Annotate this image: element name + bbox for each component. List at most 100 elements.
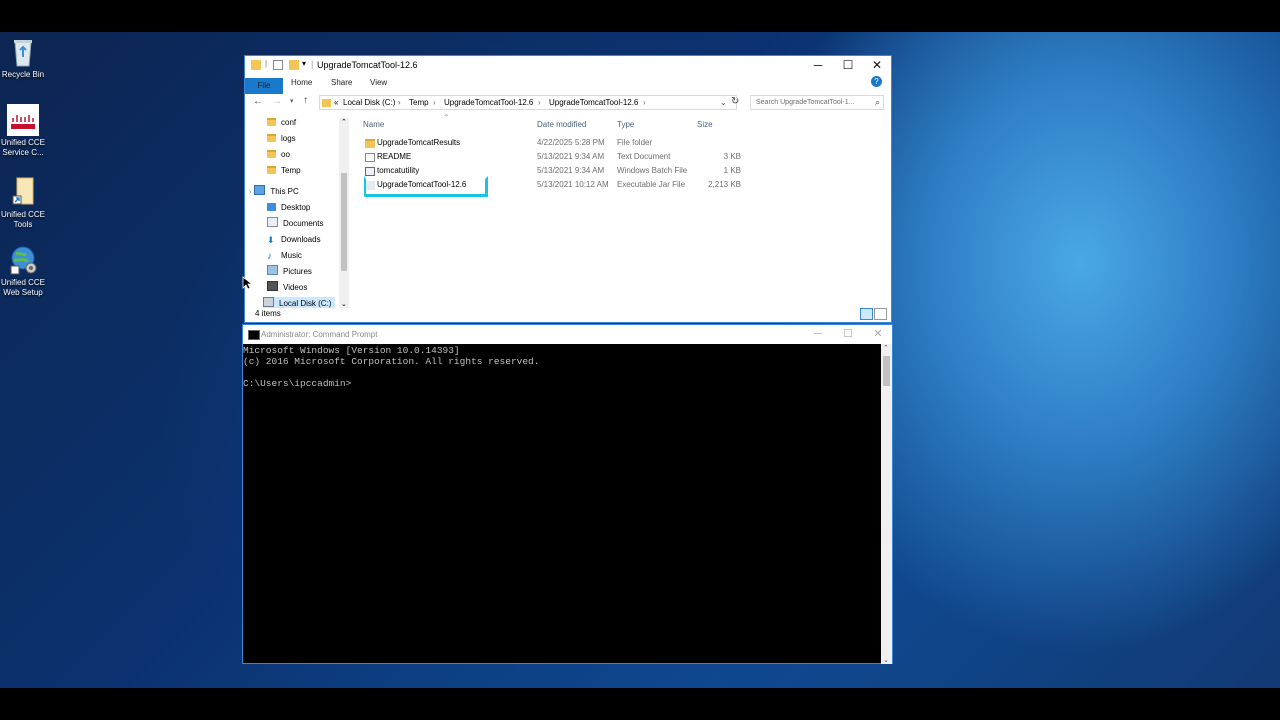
status-bar: 4 items	[245, 306, 891, 322]
cmd-maximize-button[interactable]: ☐	[833, 325, 863, 344]
nav-item-conf[interactable]: conf	[267, 116, 296, 130]
close-button[interactable]: ✕	[862, 56, 892, 75]
column-date-header[interactable]: Date modified	[537, 120, 586, 129]
highlight-annotation	[364, 176, 488, 197]
command-prompt-window[interactable]: Administrator: Command Prompt ─ ☐ ✕ Micr…	[242, 324, 893, 664]
folder-icon	[267, 118, 276, 126]
address-dropdown-icon[interactable]: ⌄	[720, 98, 727, 107]
search-placeholder: Search UpgradeTomcatTool-1...	[756, 99, 855, 106]
scrollbar-thumb[interactable]	[341, 173, 347, 271]
nav-item-music[interactable]: ♪ Music	[267, 249, 302, 263]
console-output[interactable]: Microsoft Windows [Version 10.0.14393] (…	[243, 345, 539, 389]
desktop-icon-label: Unified CCE Service C...	[0, 138, 45, 157]
cmd-icon	[248, 330, 260, 340]
breadcrumb-tool-current[interactable]: UpgradeTomcatTool-12.6	[549, 98, 638, 107]
computer-icon	[254, 185, 266, 195]
cmd-title: Administrator: Command Prompt	[261, 330, 378, 339]
console-line: (c) 2016 Microsoft Corporation. All righ…	[243, 356, 540, 367]
details-view-icon[interactable]	[860, 308, 873, 320]
refresh-icon[interactable]: ↻	[731, 96, 739, 107]
file-explorer-window: | ▾ | UpgradeTomcatTool-12.6 ─ ☐ ✕ File …	[244, 55, 892, 323]
nav-item-temp[interactable]: Temp	[267, 164, 301, 178]
documents-icon	[267, 217, 278, 227]
nav-item-videos[interactable]: Videos	[267, 281, 307, 295]
separator: |	[311, 59, 314, 69]
address-overflow[interactable]: «	[334, 98, 338, 107]
new-folder-icon[interactable]	[289, 60, 299, 70]
properties-icon[interactable]	[273, 60, 283, 70]
file-row[interactable]: README 5/13/2021 9:34 AM Text Document 3…	[361, 150, 761, 164]
maximize-button[interactable]: ☐	[833, 56, 863, 75]
desktop-icon	[267, 203, 276, 211]
recent-locations-chevron-icon[interactable]: ▾	[290, 97, 294, 105]
breadcrumb-separator-icon: ›	[643, 98, 646, 107]
column-type-header[interactable]: Type	[617, 120, 634, 129]
music-note-icon: ♪	[267, 251, 272, 262]
navigation-pane: conf logs oo Temp › This PC Desktop Docum…	[245, 116, 351, 308]
cmd-scrollbar[interactable]: ⌃ ⌄	[881, 344, 892, 664]
console-line: Microsoft Windows [Version 10.0.14393]	[243, 345, 460, 356]
explorer-titlebar[interactable]: | ▾ | UpgradeTomcatTool-12.6 ─ ☐ ✕	[245, 56, 891, 75]
desktop-icon-label: Unified CCE Web Setup	[0, 278, 45, 297]
folder-icon	[267, 166, 276, 174]
web-setup-shortcut[interactable]: Unified CCE Web Setup	[0, 244, 46, 298]
folder-icon	[365, 139, 375, 148]
nav-item-desktop[interactable]: Desktop	[267, 201, 310, 215]
breadcrumb-local-disk[interactable]: Local Disk (C:)	[343, 98, 395, 107]
nav-item-documents[interactable]: Documents	[267, 217, 323, 231]
up-arrow-icon[interactable]: ↑	[303, 95, 308, 106]
nav-item-oo[interactable]: oo	[267, 148, 290, 162]
service-control-shortcut[interactable]: Unified CCE Service C...	[0, 104, 46, 158]
search-input[interactable]: Search UpgradeTomcatTool-1... ⌕	[750, 95, 884, 110]
minimize-button[interactable]: ─	[803, 56, 833, 75]
console-prompt: C:\Users\ipccadmin>	[243, 378, 352, 389]
cmd-minimize-button[interactable]: ─	[803, 325, 833, 344]
ribbon-tabs: File Home Share View ?	[245, 75, 891, 94]
scroll-up-icon[interactable]: ⌃	[341, 118, 347, 126]
tab-home[interactable]: Home	[291, 78, 312, 87]
breadcrumb-tool-parent[interactable]: UpgradeTomcatTool-12.6	[444, 98, 533, 107]
desktop-icon-label: Unified CCE Tools	[0, 210, 45, 229]
folder-icon	[267, 134, 276, 142]
column-size-header[interactable]: Size	[697, 120, 713, 129]
nav-scrollbar[interactable]: ⌃ ⌄	[339, 118, 349, 308]
cmd-titlebar[interactable]: Administrator: Command Prompt ─ ☐ ✕	[243, 325, 892, 344]
videos-icon	[267, 281, 278, 291]
folder-icon	[267, 150, 276, 158]
globe-gear-icon	[7, 244, 39, 276]
nav-item-pictures[interactable]: Pictures	[267, 265, 312, 279]
breadcrumb-temp[interactable]: Temp	[409, 98, 429, 107]
window-title: UpgradeTomcatTool-12.6	[317, 60, 418, 70]
scroll-down-icon[interactable]: ⌄	[883, 656, 889, 664]
text-document-icon	[365, 153, 375, 162]
pictures-icon	[267, 265, 278, 275]
chevron-right-icon[interactable]: ›	[249, 189, 251, 196]
breadcrumb-separator-icon: ›	[433, 98, 436, 107]
tab-share[interactable]: Share	[331, 78, 352, 87]
file-row[interactable]: UpgradeTomcatResults 4/22/2025 5:28 PM F…	[361, 136, 761, 150]
folder-icon	[251, 60, 261, 70]
tab-view[interactable]: View	[370, 78, 387, 87]
help-icon[interactable]: ?	[871, 76, 882, 87]
large-icons-view-icon[interactable]	[874, 308, 887, 320]
cmd-close-button[interactable]: ✕	[863, 325, 893, 344]
search-icon: ⌕	[874, 97, 880, 107]
recycle-bin-icon	[7, 36, 39, 68]
breadcrumb-separator-icon: ›	[398, 98, 401, 107]
desktop-icon-label: Recycle Bin	[1, 70, 45, 79]
recycle-bin-shortcut[interactable]: Recycle Bin	[0, 36, 46, 80]
nav-item-logs[interactable]: logs	[267, 132, 296, 146]
address-row: ← → ▾ ↑ « Local Disk (C:) › Temp › Upgra…	[245, 92, 891, 114]
mouse-cursor-icon	[242, 276, 254, 293]
column-name-header[interactable]: Name	[363, 120, 384, 129]
scroll-up-icon[interactable]: ⌃	[883, 344, 889, 352]
nav-item-this-pc[interactable]: › This PC	[249, 185, 299, 199]
address-bar[interactable]: « Local Disk (C:) › Temp › UpgradeTomcat…	[319, 95, 737, 110]
forward-arrow-icon[interactable]: →	[272, 96, 282, 107]
item-count: 4 items	[255, 309, 281, 318]
cce-tools-shortcut[interactable]: Unified CCE Tools	[0, 176, 46, 230]
back-arrow-icon[interactable]: ←	[253, 96, 263, 107]
scrollbar-thumb[interactable]	[883, 356, 890, 386]
breadcrumb-separator-icon: ›	[538, 98, 541, 107]
nav-item-downloads[interactable]: ⬇ Downloads	[267, 233, 321, 247]
